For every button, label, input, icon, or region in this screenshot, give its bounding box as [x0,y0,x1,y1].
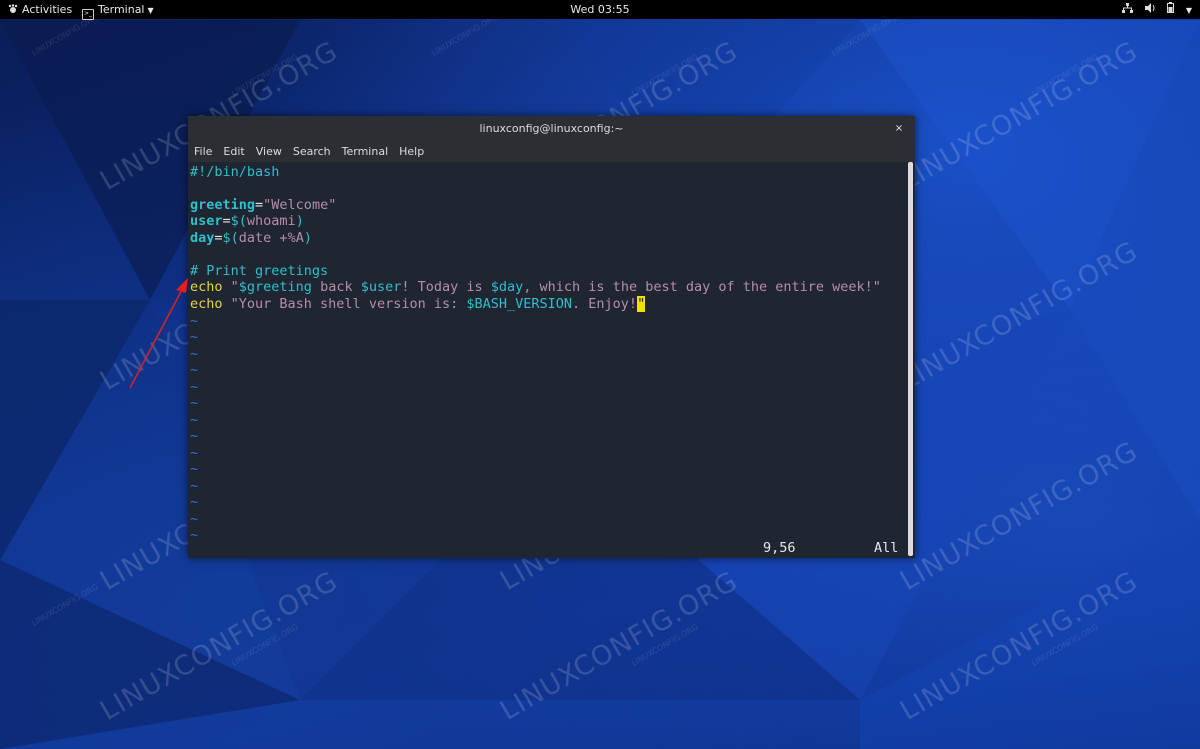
annotation-arrow [129,278,188,389]
